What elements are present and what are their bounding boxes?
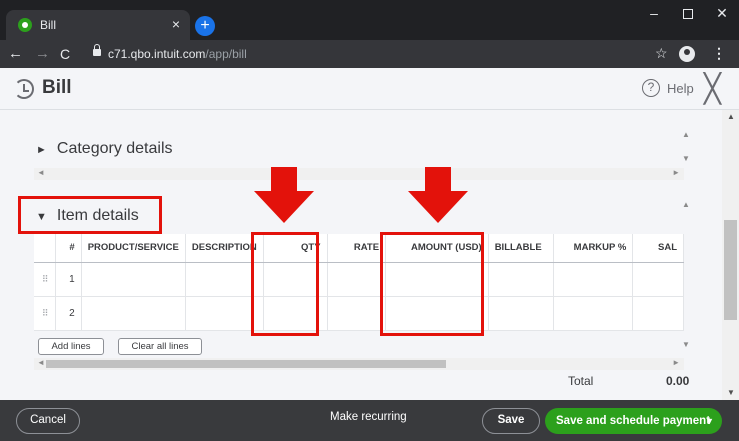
scroll-up-icon: ▲ bbox=[682, 200, 690, 209]
markup-cell[interactable] bbox=[553, 296, 634, 331]
back-icon[interactable]: ← bbox=[8, 45, 23, 62]
scroll-up-icon: ▲ bbox=[682, 130, 690, 139]
scroll-up-icon: ▲ bbox=[727, 112, 735, 121]
bill-header: Bill ? Help ╳ bbox=[0, 68, 739, 110]
table-row[interactable]: ⠿ 2 bbox=[34, 296, 684, 331]
sales-cell[interactable] bbox=[632, 296, 684, 331]
add-lines-button[interactable]: Add lines bbox=[38, 338, 104, 355]
url-path: /app/bill bbox=[205, 47, 247, 61]
page-scrollbar[interactable]: ▲ ▼ bbox=[722, 110, 739, 400]
tab-close-icon[interactable]: × bbox=[172, 16, 180, 32]
help-link[interactable]: Help bbox=[667, 81, 694, 96]
cancel-button[interactable]: Cancel bbox=[16, 408, 80, 434]
item-details-table: # PRODUCT/SERVICE DESCRIPTION QTY RATE A… bbox=[34, 234, 684, 331]
col-rate-header: RATE bbox=[327, 234, 387, 263]
chevron-down-icon[interactable]: ▼ bbox=[705, 408, 714, 434]
lock-icon[interactable] bbox=[93, 44, 101, 57]
save-and-schedule-payment-button[interactable]: Save and schedule payment ▼ bbox=[545, 408, 722, 434]
table-row[interactable]: ⠿ 1 bbox=[34, 262, 684, 297]
maximize-icon bbox=[683, 9, 693, 20]
table-header-row: # PRODUCT/SERVICE DESCRIPTION QTY RATE A… bbox=[34, 234, 684, 263]
rate-cell[interactable] bbox=[327, 296, 387, 331]
forward-icon[interactable]: → bbox=[35, 45, 50, 62]
annotation-arrow-down-icon bbox=[408, 167, 468, 223]
scroll-left-icon: ◄ bbox=[37, 358, 45, 367]
col-billable-header: BILLABLE bbox=[488, 234, 555, 263]
browser-menu-icon[interactable]: ⋮ bbox=[712, 45, 726, 62]
tab-title: Bill bbox=[40, 18, 57, 32]
window-minimize-button[interactable]: – bbox=[637, 0, 671, 28]
sales-cell[interactable] bbox=[632, 262, 684, 297]
scroll-right-icon: ► bbox=[672, 358, 680, 367]
scroll-down-icon: ▼ bbox=[682, 340, 690, 349]
browser-titlebar: Bill × + – ✕ bbox=[0, 0, 739, 40]
scroll-thumb[interactable] bbox=[46, 360, 446, 368]
total-value: 0.00 bbox=[666, 374, 690, 388]
make-recurring-link[interactable]: Make recurring bbox=[330, 411, 407, 423]
browser-addressbar: ← → C c71.qbo.intuit.com/app/bill ☆ ⋮ bbox=[0, 40, 739, 68]
markup-cell[interactable] bbox=[553, 262, 634, 297]
window-maximize-button[interactable] bbox=[671, 0, 705, 28]
page-scroll-thumb[interactable] bbox=[724, 220, 737, 320]
product-cell[interactable] bbox=[81, 262, 186, 297]
annotation-box-item-details bbox=[18, 196, 162, 234]
billable-cell[interactable] bbox=[488, 262, 555, 297]
scroll-right-icon: ► bbox=[672, 168, 680, 177]
help-icon[interactable]: ? bbox=[642, 79, 660, 97]
category-details-label: Category details bbox=[56, 140, 173, 157]
row-number: 2 bbox=[55, 296, 82, 331]
profile-avatar-icon[interactable] bbox=[679, 46, 695, 62]
item-hscrollbar[interactable]: ◄ ► bbox=[34, 358, 684, 370]
col-sales-header: SAL bbox=[632, 234, 684, 263]
billable-cell[interactable] bbox=[488, 296, 555, 331]
url-host: c71.qbo.intuit.com bbox=[108, 47, 206, 61]
quickbooks-favicon-icon bbox=[18, 18, 32, 32]
save-and-schedule-label: Save and schedule payment bbox=[556, 415, 711, 427]
product-cell[interactable] bbox=[81, 296, 186, 331]
reload-icon[interactable]: C bbox=[60, 46, 70, 62]
bill-content: ► Category details ▲ ▼ ◄ ► ▼ Item details ▲… bbox=[0, 110, 722, 400]
expand-triangle-icon: ► bbox=[36, 144, 47, 156]
scroll-down-icon: ▼ bbox=[727, 388, 735, 397]
col-markup-header: MARKUP % bbox=[553, 234, 634, 263]
url-field[interactable]: c71.qbo.intuit.com/app/bill bbox=[108, 47, 247, 61]
recent-history-icon[interactable] bbox=[14, 79, 34, 99]
close-icon[interactable]: ╳ bbox=[704, 72, 721, 105]
clear-all-lines-button[interactable]: Clear all lines bbox=[118, 338, 202, 355]
rate-cell[interactable] bbox=[327, 262, 387, 297]
scroll-down-icon: ▼ bbox=[682, 154, 690, 163]
annotation-arrow-down-icon bbox=[254, 167, 314, 223]
page-title: Bill bbox=[42, 77, 72, 98]
category-hscrollbar[interactable]: ◄ ► bbox=[34, 168, 684, 180]
save-button[interactable]: Save bbox=[482, 408, 540, 434]
category-scrollbar[interactable]: ▲ ▼ bbox=[680, 130, 692, 170]
new-tab-button[interactable]: + bbox=[195, 16, 215, 36]
drag-handle-icon[interactable]: ⠿ bbox=[34, 296, 57, 331]
browser-tab[interactable]: Bill × bbox=[6, 10, 190, 40]
category-details-toggle[interactable]: ► Category details bbox=[36, 140, 173, 158]
col-num-header: # bbox=[55, 234, 82, 263]
scroll-left-icon: ◄ bbox=[37, 168, 45, 177]
bookmark-star-icon[interactable]: ☆ bbox=[655, 45, 668, 62]
annotation-box-amount bbox=[380, 232, 484, 336]
bill-footer: Cancel Make recurring Save Save and sche… bbox=[0, 400, 739, 441]
annotation-box-qty bbox=[251, 232, 319, 336]
row-number: 1 bbox=[55, 262, 82, 297]
col-product-header: PRODUCT/SERVICE bbox=[81, 234, 186, 263]
window-close-button[interactable]: ✕ bbox=[705, 0, 739, 28]
col-drag-header bbox=[34, 234, 57, 263]
drag-handle-icon[interactable]: ⠿ bbox=[34, 262, 57, 297]
total-label: Total bbox=[568, 374, 594, 388]
